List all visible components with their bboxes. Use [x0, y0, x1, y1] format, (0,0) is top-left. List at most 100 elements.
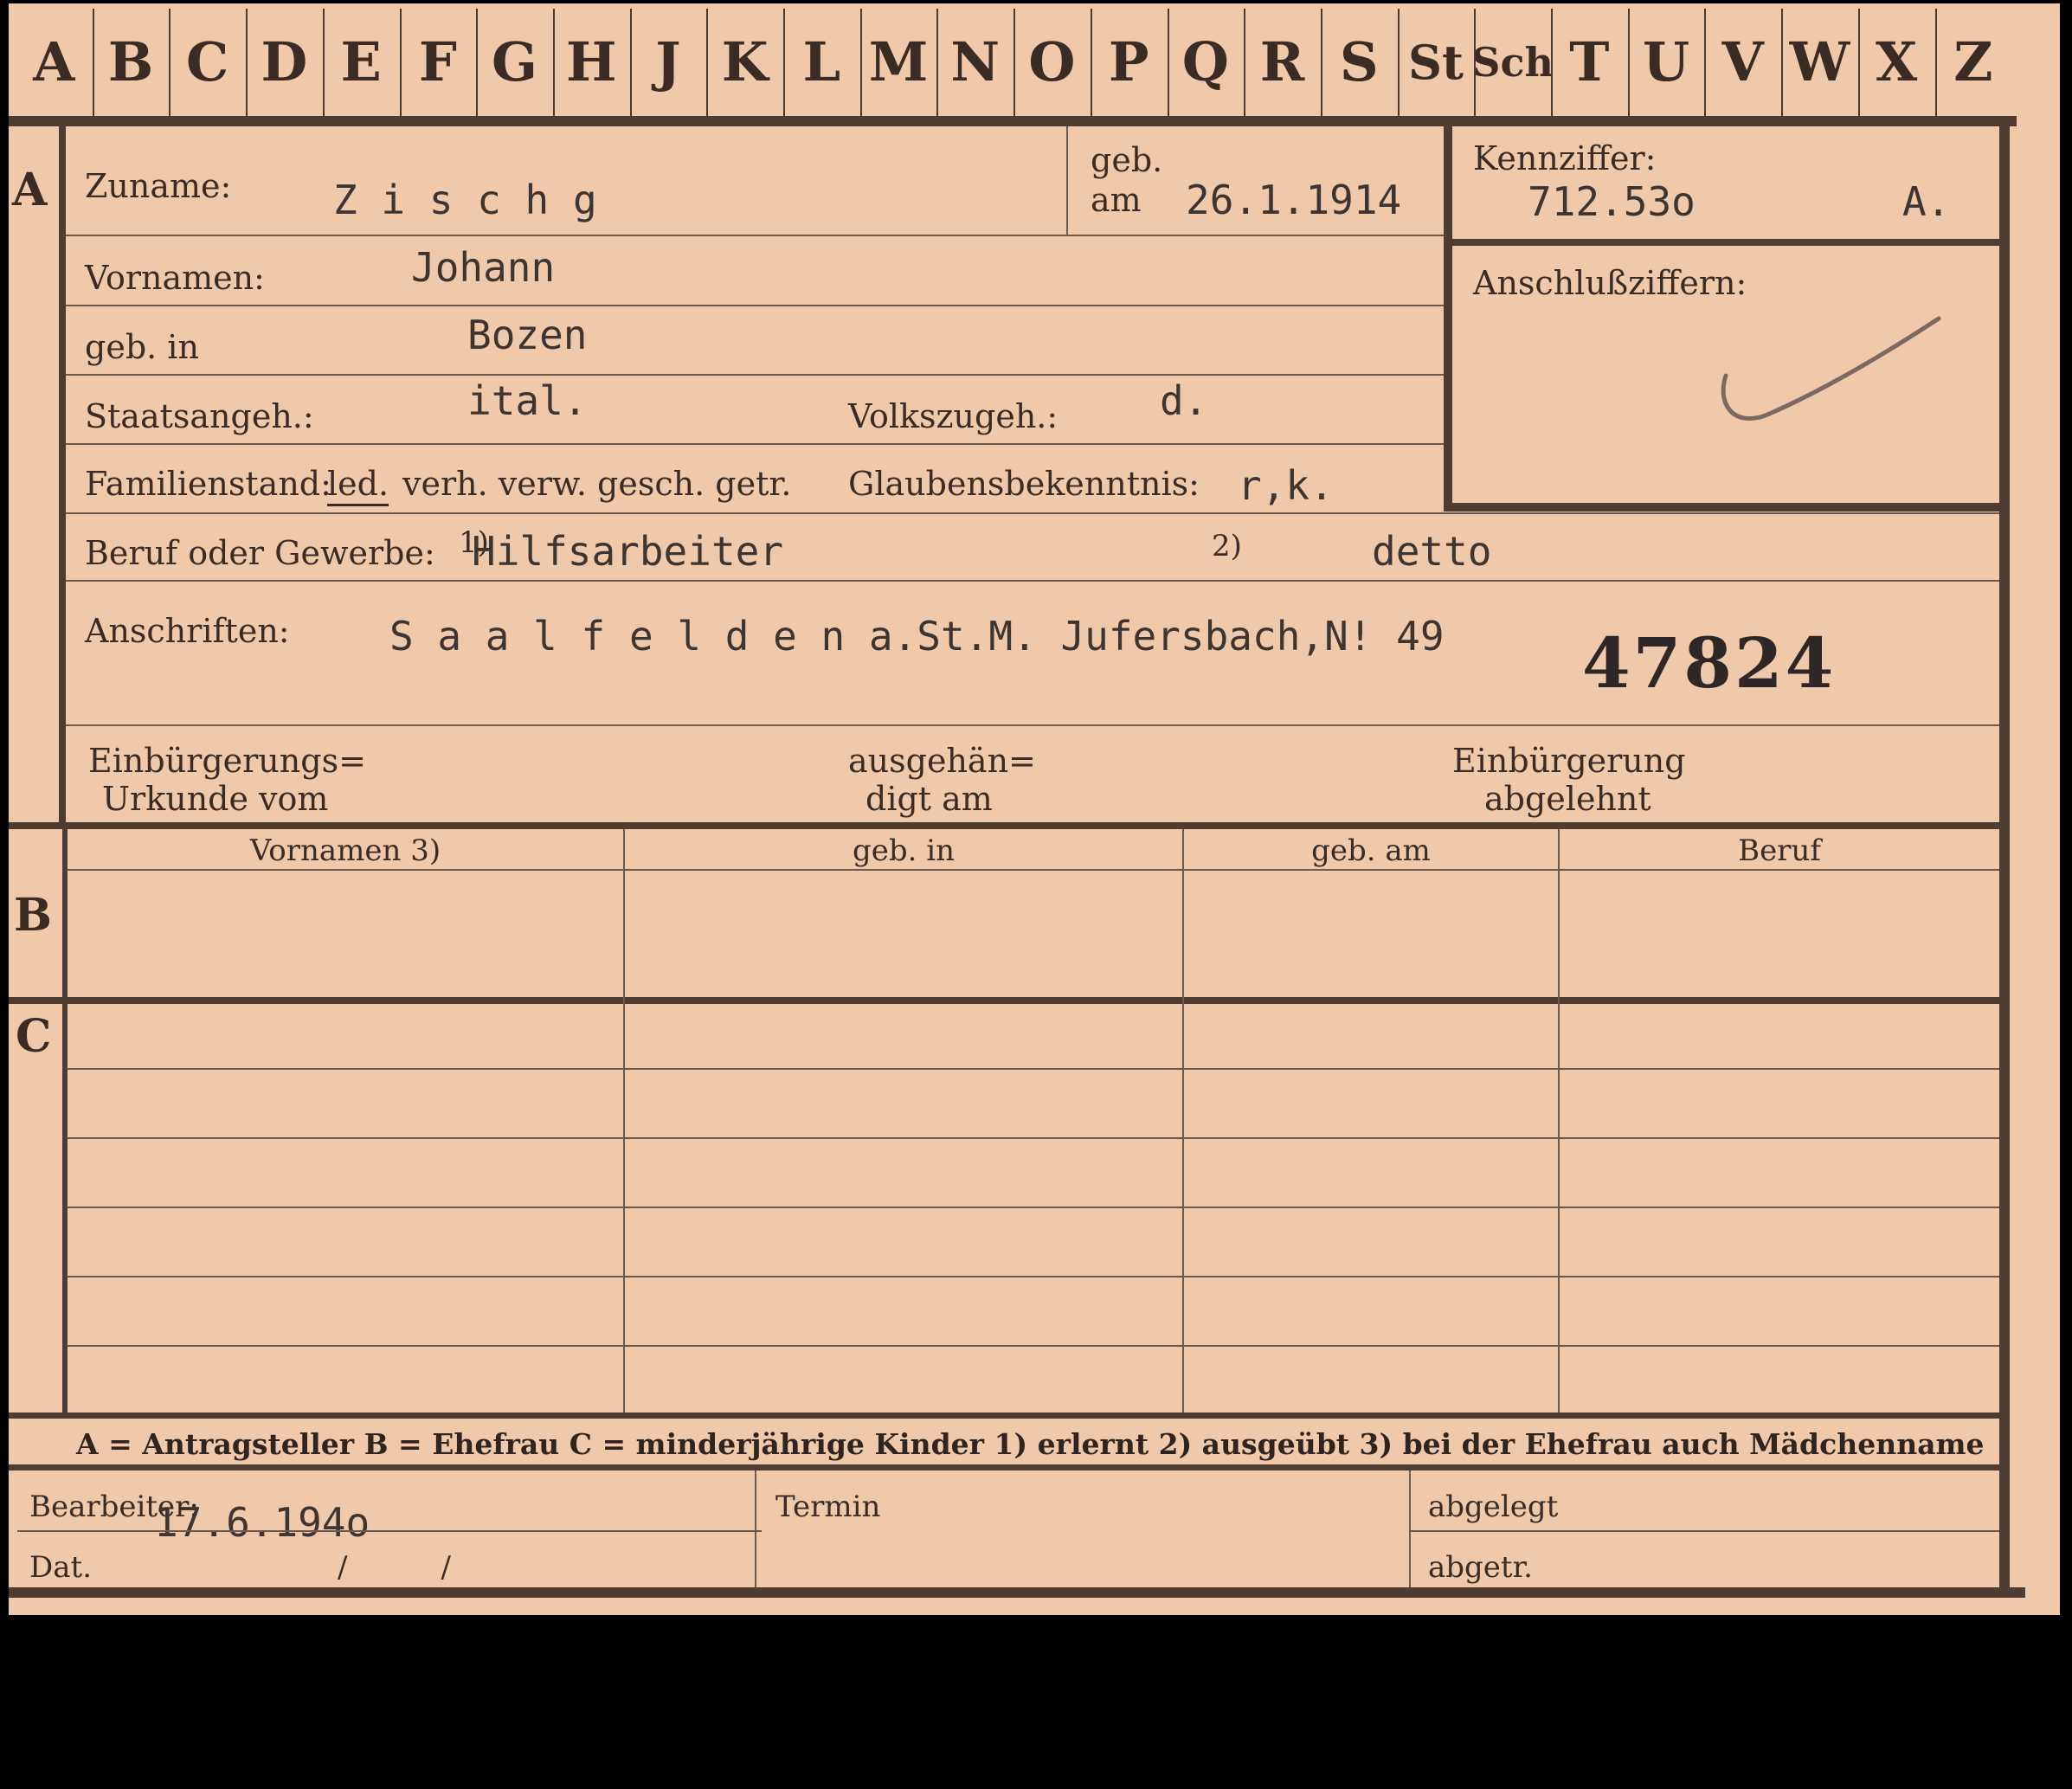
alphabet-tab-o: O: [1028, 30, 1076, 93]
vornamen-label: Vornamen:: [85, 259, 265, 297]
alphabet-tab-j: J: [655, 30, 681, 93]
abgelegt-rule: [1411, 1530, 1999, 1532]
alphabet-separator: [1167, 9, 1169, 117]
anschluss-label: Anschlußziffern:: [1473, 264, 1747, 302]
einb-abgelehnt-label-2: abgelehnt: [1484, 780, 1651, 818]
row-rule-5: [66, 512, 1999, 514]
registration-card: A B C D E F G H J K L M N O P Q R S St Sch T U V W X Z A Zuname: …: [9, 3, 2060, 1615]
alphabet-tab-l: L: [802, 30, 841, 93]
alphabet-separator: [552, 9, 555, 117]
alphabet-tab-m: M: [868, 30, 929, 93]
beruf-label: Beruf oder Gewerbe:: [85, 534, 435, 572]
c-row-rule-1: [68, 1068, 1999, 1070]
geb-in-value: Bozen: [467, 312, 588, 358]
alphabet-separator: [1704, 9, 1707, 117]
ausgehaendigt-label-1: ausgehän=: [848, 742, 1036, 780]
b-header-vornamen: Vornamen 3): [249, 833, 441, 868]
kennziffer-rule: [1452, 239, 1999, 246]
alphabet-separator: [1934, 9, 1937, 117]
alphabet-separator: [1320, 9, 1322, 117]
alphabet-tab-a: A: [33, 30, 75, 93]
alphabet-separator: [783, 9, 785, 117]
alphabet-separator: [1551, 9, 1553, 117]
familienstand-options: verh. verw. gesch. getr.: [402, 465, 792, 503]
zuname-label: Zuname:: [85, 167, 232, 205]
einb-urkunde-label-2: Urkunde vom: [102, 780, 329, 818]
geb-am-value: 26.1.1914: [1186, 177, 1402, 223]
alphabet-tab-s: S: [1339, 30, 1379, 93]
alphabet-tab-e: E: [340, 30, 382, 93]
staatsangeh-label: Staatsangeh.:: [85, 397, 314, 435]
section-a-marker: A: [12, 164, 48, 216]
alphabet-separator: [1090, 9, 1092, 117]
alphabet-tab-d: D: [261, 30, 308, 93]
b-header-geb-in: geb. in: [852, 833, 956, 868]
alphabet-tab-z: Z: [1953, 30, 1993, 93]
section-c-marker: C: [16, 1010, 52, 1063]
alphabet-tab-st: St: [1407, 34, 1464, 90]
row-rule-1: [66, 235, 1444, 236]
stamp-number: 47824: [1582, 622, 1837, 704]
alphabet-tab-p: P: [1108, 30, 1149, 93]
alphabet-separator: [169, 9, 171, 117]
section-c-top-rule: [9, 997, 2010, 1004]
alphabet-separator: [476, 9, 479, 117]
alphabet-tab-w: W: [1789, 30, 1850, 93]
footer-divider-2: [1409, 1470, 1411, 1587]
anschrift-value: S a a l f e l d e n a.St.M. Jufersbach,N…: [389, 613, 1445, 660]
c-row-rule-3: [68, 1207, 1999, 1208]
glaubens-value: r,k.: [1238, 462, 1334, 509]
familienstand-label: Familienstand:: [85, 465, 331, 503]
b-header-beruf: Beruf: [1738, 833, 1821, 868]
kennziffer-value: 712.53o: [1528, 178, 1696, 225]
alphabet-separator: [399, 9, 402, 117]
alphabet-separator: [859, 9, 862, 117]
row-rule-4: [66, 443, 1444, 445]
column-rule-1: [623, 829, 625, 1414]
legend-text: A = Antragsteller B = Ehefrau C = minder…: [76, 1427, 1985, 1461]
alphabet-tab-n: N: [950, 30, 1001, 93]
dat-value: / /: [338, 1550, 451, 1585]
alphabet-tab-v: V: [1721, 30, 1764, 93]
geb-label: geb.: [1091, 141, 1163, 179]
glaubens-label: Glaubensbekenntnis:: [848, 465, 1200, 503]
alphabet-tab-q: Q: [1181, 30, 1229, 93]
alphabet-separator: [629, 9, 632, 117]
footer-divider-1: [755, 1470, 756, 1587]
c-row-rule-2: [68, 1137, 1999, 1139]
alphabet-separator: [1244, 9, 1246, 117]
alphabet-tab-r: R: [1259, 30, 1305, 93]
anschriften-label: Anschriften:: [85, 612, 290, 650]
alphabet-tab-sch: Sch: [1471, 38, 1554, 86]
alphabet-tab-f: F: [418, 30, 457, 93]
dat-label: Dat.: [29, 1550, 93, 1585]
geb-in-label: geb. in: [85, 328, 199, 366]
card-bottom-rule: [9, 1587, 2025, 1598]
alphabet-separator: [1627, 9, 1630, 117]
bearbeiter-date: 17.6.194o: [154, 1499, 370, 1546]
beruf-value: Hilfsarbeiter: [472, 528, 784, 575]
abgelegt-label: abgelegt: [1428, 1490, 1559, 1524]
kennziffer-box-left: [1444, 126, 1452, 512]
alphabet-separator: [246, 9, 248, 117]
c-row-rule-4: [68, 1276, 1999, 1277]
volkszugeh-label: Volkszugeh.:: [848, 397, 1059, 435]
bearbeiter-rule: [17, 1530, 762, 1532]
b-header-rule: [68, 869, 1999, 871]
alphabet-separator: [92, 9, 94, 117]
alphabet-tab-b: B: [107, 30, 154, 93]
alphabet-tab-t: T: [1569, 30, 1610, 93]
alphabet-tab-u: U: [1642, 30, 1690, 93]
row-rule-2: [66, 305, 1444, 306]
alphabet-separator: [1013, 9, 1016, 117]
alphabet-tab-k: K: [721, 30, 769, 93]
row-rule-6: [66, 580, 1999, 582]
check-mark: [1721, 316, 1941, 422]
alphabet-separator: [1857, 9, 1860, 117]
am-label: am: [1091, 181, 1142, 219]
row-rule-7: [66, 724, 1999, 726]
kennziffer-box-bottom: [1452, 503, 1999, 512]
legend-bottom-rule: [9, 1464, 2010, 1470]
alphabet-separator: [1474, 9, 1477, 117]
zuname-value: Z i s c h g: [333, 177, 597, 223]
